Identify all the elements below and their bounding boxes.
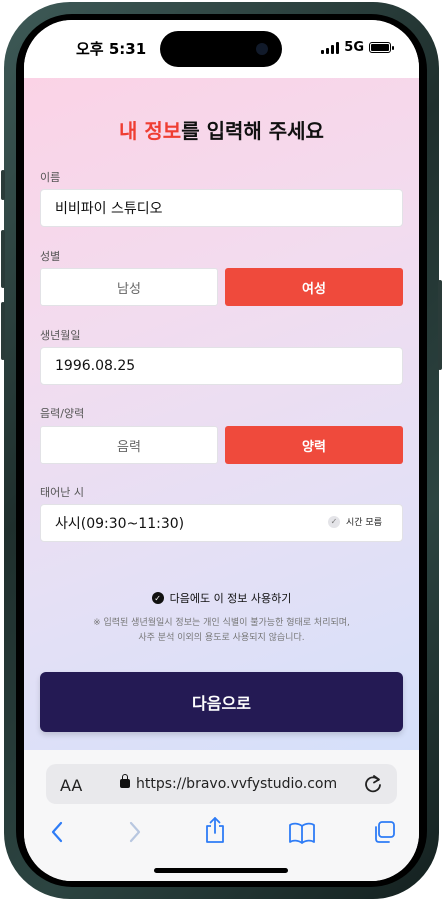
volume-down-button <box>1 302 5 360</box>
forward-icon[interactable] <box>128 820 142 844</box>
birthdate-label: 생년월일 <box>40 329 81 342</box>
page-title-highlight: 내 정보 <box>119 119 182 143</box>
status-bar: 오후 5:31 5G <box>24 20 419 78</box>
calendar-option-lunar[interactable]: 음력 <box>40 426 218 464</box>
save-info-label: 다음에도 이 정보 사용하기 <box>169 592 292 605</box>
tabs-icon[interactable] <box>372 820 396 844</box>
action-button <box>1 170 5 200</box>
privacy-notice: ※ 입력된 생년월일시 정보는 개인 식별이 불가능한 형태로 처리되며, 사주… <box>24 616 419 646</box>
screen: 오후 5:31 5G 내 정보를 입력해 주세요 이름 비비파이 스튜디오 성별… <box>24 20 419 881</box>
birthdate-value: 1996.08.25 <box>55 358 136 374</box>
unknown-time-toggle[interactable]: ✓ 시간 모름 <box>328 515 382 528</box>
gender-option-female[interactable]: 여성 <box>225 268 403 306</box>
battery-icon <box>369 42 394 53</box>
volume-up-button <box>1 230 5 288</box>
calendar-option-solar[interactable]: 양력 <box>225 426 403 464</box>
gender-option-male[interactable]: 남성 <box>40 268 218 306</box>
name-input[interactable]: 비비파이 스튜디오 <box>40 189 403 227</box>
dynamic-island <box>160 31 282 67</box>
power-button <box>438 280 442 370</box>
signal-icon <box>321 41 340 54</box>
name-label: 이름 <box>40 171 61 184</box>
browser-toolbar: AA https://bravo.vvfystudio.com <box>24 750 419 881</box>
share-icon[interactable] <box>204 816 226 844</box>
form-page: 내 정보를 입력해 주세요 이름 비비파이 스튜디오 성별 남성 여성 생년월일… <box>24 78 419 750</box>
notice-line-1: ※ 입력된 생년월일시 정보는 개인 식별이 불가능한 형태로 처리되며, <box>93 618 350 628</box>
home-indicator <box>154 868 288 873</box>
next-button[interactable]: 다음으로 <box>40 672 403 732</box>
name-value: 비비파이 스튜디오 <box>55 201 163 217</box>
reader-aa-button[interactable]: AA <box>60 776 82 795</box>
checkmark-icon: ✓ <box>328 515 341 528</box>
unknown-time-label: 시간 모름 <box>346 518 382 528</box>
birth-time-label: 태어난 시 <box>40 486 84 499</box>
birthdate-input[interactable]: 1996.08.25 <box>40 347 403 385</box>
bookmarks-icon[interactable] <box>288 822 316 844</box>
notice-line-2: 사주 분석 이외의 용도로 사용되지 않습니다. <box>138 633 305 643</box>
birth-time-value: 사시(09:30~11:30) <box>55 516 185 532</box>
gender-label: 성별 <box>40 250 61 263</box>
page-title: 내 정보를 입력해 주세요 <box>24 115 419 144</box>
network-label: 5G <box>344 40 364 55</box>
back-icon[interactable] <box>50 820 64 844</box>
save-info-checkbox[interactable]: ✓ 다음에도 이 정보 사용하기 <box>24 590 419 606</box>
aa-label: AA <box>60 776 83 795</box>
birth-time-select[interactable]: 사시(09:30~11:30) ✓ 시간 모름 <box>40 504 403 542</box>
reload-icon[interactable] <box>363 773 383 795</box>
camera-icon <box>256 43 268 55</box>
status-time: 오후 5:31 <box>76 40 147 58</box>
url-text: https://bravo.vvfystudio.com <box>136 776 338 792</box>
status-indicators: 5G <box>321 40 394 55</box>
lock-icon <box>120 774 130 788</box>
address-bar[interactable]: AA https://bravo.vvfystudio.com <box>46 764 397 804</box>
page-title-rest: 를 입력해 주세요 <box>181 119 324 143</box>
calendar-type-label: 음력/양력 <box>40 407 85 420</box>
check-circle-icon: ✓ <box>151 592 164 604</box>
